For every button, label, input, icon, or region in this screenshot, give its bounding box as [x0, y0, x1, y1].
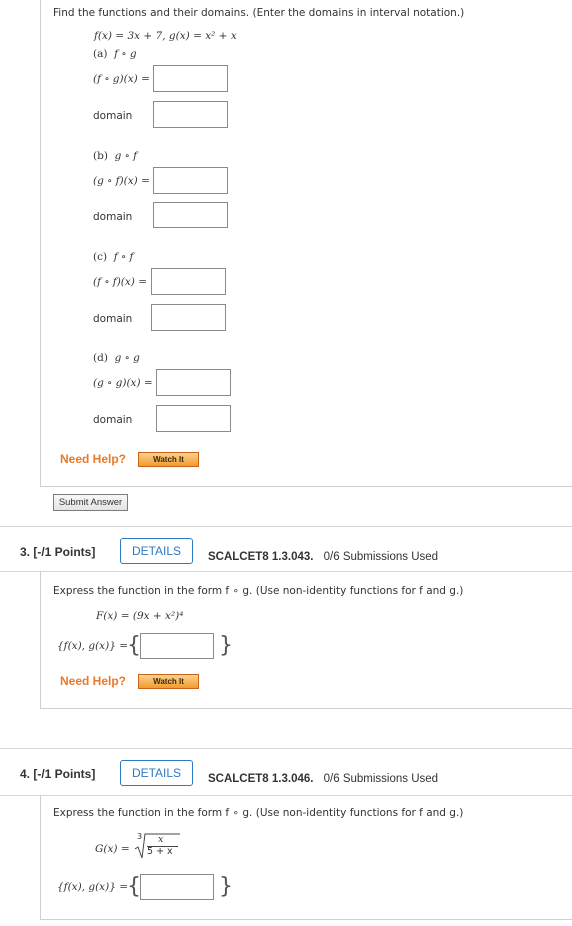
- q3-details-button[interactable]: DETAILS: [120, 538, 193, 564]
- part-b-domain-input[interactable]: [153, 202, 228, 228]
- q3-function: F(x) = (9x + x²)⁴: [96, 610, 184, 622]
- q3-open-brace: {: [127, 633, 141, 658]
- q3-instruction: Express the function in the form f ∘ g. …: [53, 585, 464, 597]
- q4-open-brace: {: [127, 874, 141, 899]
- q4-answer-input[interactable]: [140, 874, 214, 900]
- part-b-expression: (g ∘ f)(x) =: [93, 175, 150, 187]
- part-c-domain-input[interactable]: [151, 304, 226, 331]
- q4-header-meta: SCALCET8 1.3.046. 0/6 Submissions Used: [208, 767, 438, 786]
- part-a-answer-input[interactable]: [153, 65, 228, 92]
- q4-close-brace: }: [219, 874, 233, 899]
- q4-numerator: x: [158, 834, 164, 845]
- q3-problem-code: SCALCET8 1.3.043.: [208, 551, 314, 563]
- q4-number-points: 4. [-/1 Points]: [20, 767, 96, 781]
- part-a-domain-label: domain: [93, 110, 133, 122]
- q3-watch-it-button[interactable]: Watch It: [138, 674, 199, 689]
- part-c-domain-label: domain: [93, 313, 133, 325]
- q4-cube-root: 3 x 5 + x: [133, 832, 181, 860]
- q3-need-help-label: Need Help?: [60, 674, 127, 688]
- q3-submissions: 0/6 Submissions Used: [323, 551, 439, 563]
- q4-submissions: 0/6 Submissions Used: [323, 773, 439, 785]
- part-d-label: (d) g ∘ g: [93, 352, 140, 364]
- q4-function-lhs: G(x) =: [95, 843, 130, 855]
- part-a-domain-input[interactable]: [153, 101, 228, 128]
- q2-instruction: Find the functions and their domains. (E…: [53, 7, 465, 19]
- part-c-answer-input[interactable]: [151, 268, 226, 295]
- q3-close-brace: }: [219, 633, 233, 658]
- part-b-label: (b) g ∘ f: [93, 150, 138, 162]
- part-c-expression: (f ∘ f)(x) =: [93, 276, 148, 288]
- part-d-expression: (g ∘ g)(x) =: [93, 377, 153, 389]
- part-d-domain-input[interactable]: [156, 405, 231, 432]
- q4-problem-code: SCALCET8 1.3.046.: [208, 773, 314, 785]
- q4-instruction: Express the function in the form f ∘ g. …: [53, 807, 464, 819]
- question-divider: [0, 748, 572, 749]
- q2-watch-it-button[interactable]: Watch It: [138, 452, 199, 467]
- submit-answer-button[interactable]: Submit Answer: [53, 494, 128, 511]
- part-a-label: (a) f ∘ g: [93, 48, 137, 60]
- part-b-answer-input[interactable]: [153, 167, 228, 194]
- q3-answer-input[interactable]: [140, 633, 214, 659]
- part-a-expression: (f ∘ g)(x) =: [93, 73, 150, 85]
- q4-details-button[interactable]: DETAILS: [120, 760, 193, 786]
- part-d-domain-label: domain: [93, 414, 133, 426]
- part-c-label: (c) f ∘ f: [93, 251, 134, 263]
- q3-header-meta: SCALCET8 1.3.043. 0/6 Submissions Used: [208, 545, 438, 564]
- q4-answer-label: {f(x), g(x)} =: [57, 881, 129, 893]
- q2-given-functions: f(x) = 3x + 7, g(x) = x² + x: [94, 30, 237, 42]
- question-divider: [0, 526, 572, 527]
- part-d-answer-input[interactable]: [156, 369, 231, 396]
- part-b-domain-label: domain: [93, 211, 133, 223]
- q3-number-points: 3. [-/1 Points]: [20, 545, 96, 559]
- q3-answer-label: {f(x), g(x)} =: [57, 640, 129, 652]
- q2-need-help-label: Need Help?: [60, 452, 127, 466]
- q4-denominator: 5 + x: [147, 846, 173, 857]
